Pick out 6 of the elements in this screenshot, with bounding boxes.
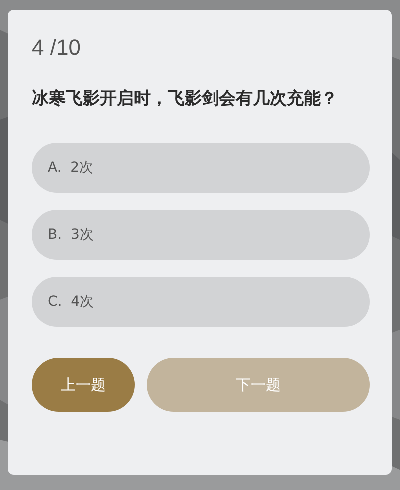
question-text: 冰寒飞影开启时，飞影剑会有几次充能？: [32, 88, 339, 111]
answer-option[interactable]: A. 2次: [32, 143, 370, 193]
question-counter: 4 /10: [32, 34, 82, 62]
answer-option[interactable]: C. 4次: [32, 277, 370, 327]
previous-button[interactable]: 上一题: [32, 358, 135, 412]
answer-option[interactable]: B. 3次: [32, 210, 370, 260]
